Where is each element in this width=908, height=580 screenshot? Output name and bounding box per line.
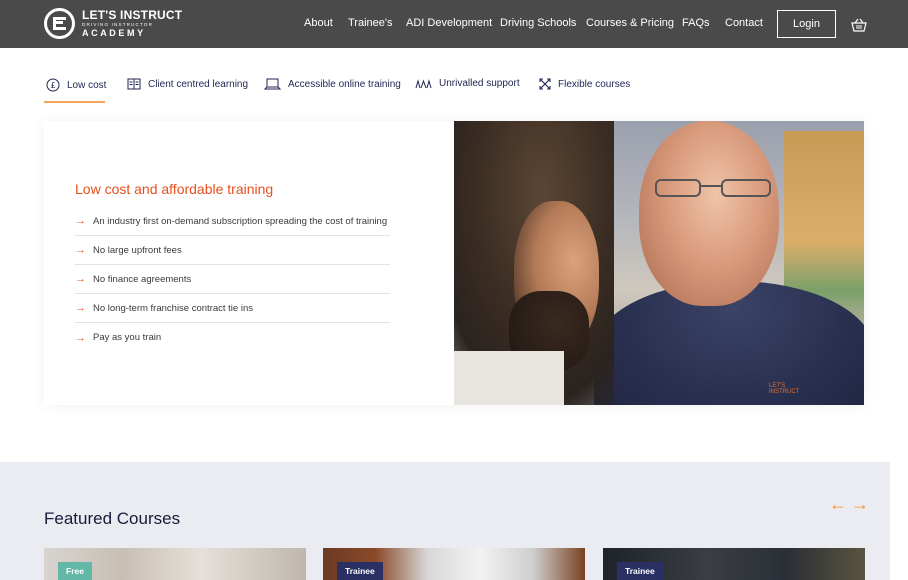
tab-label: Unrivalled support <box>439 78 520 89</box>
tab-label: Low cost <box>67 79 107 91</box>
site-header: LET'S INSTRUCT DRIVING INSTRUCTOR ACADEM… <box>0 0 908 48</box>
arrow-left-icon[interactable]: ← <box>827 494 849 514</box>
arrow-right-icon[interactable]: → <box>849 494 871 514</box>
photo-instructor-head <box>639 121 779 306</box>
tab-label: Accessible online training <box>288 78 401 90</box>
arrow-right-icon: → <box>75 273 86 285</box>
tab-low-cost[interactable]: £ Low cost <box>46 78 106 92</box>
logo-line-3: ACADEMY <box>82 27 146 38</box>
list-item: → No long-term franchise contract tie ins <box>75 294 390 323</box>
tab-label: Client centred learning <box>148 78 249 90</box>
feature-list: → An industry first on-demand subscriptio… <box>75 207 390 352</box>
active-tab-indicator <box>44 101 105 103</box>
nav-faqs[interactable]: FAQs <box>682 17 710 29</box>
tab-flexible-courses[interactable]: Flexible courses <box>539 78 630 90</box>
nav-adi-development[interactable]: ADI Development <box>406 17 492 29</box>
course-badge: Trainee <box>617 562 663 580</box>
list-item-text: Pay as you train <box>93 332 162 343</box>
expand-icon <box>539 78 551 90</box>
carousel-controls: ← → <box>827 494 871 514</box>
book-icon <box>127 78 141 90</box>
feature-title: Low cost and affordable training <box>75 181 274 197</box>
course-card[interactable]: Trainee <box>323 548 585 580</box>
pound-icon: £ <box>46 78 60 92</box>
nav-about[interactable]: About <box>304 17 333 29</box>
photo-glasses <box>655 179 771 197</box>
list-item-text: No long-term franchise contract tie ins <box>93 302 253 314</box>
svg-text:£: £ <box>50 81 55 90</box>
tab-client-centred[interactable]: Client centred learning <box>127 78 248 90</box>
logo-text: LET'S INSTRUCT DRIVING INSTRUCTOR ACADEM… <box>82 9 182 38</box>
tab-unrivalled-support[interactable]: Unrivalled support <box>415 78 520 89</box>
list-item-text: An industry first on-demand subscription… <box>93 215 388 227</box>
feature-panel: Low cost and affordable training → An ind… <box>44 121 864 405</box>
list-item: → No large upfront fees <box>75 236 390 265</box>
course-card[interactable]: Free <box>44 548 306 580</box>
arrow-right-icon: → <box>75 302 86 314</box>
list-item: → No finance agreements <box>75 265 390 294</box>
tab-label: Flexible courses <box>558 78 631 90</box>
people-icon <box>415 78 432 88</box>
course-card[interactable]: Trainee <box>603 548 865 580</box>
tab-accessible-online[interactable]: Accessible online training <box>264 78 401 90</box>
photo-trainee-shirt <box>454 351 564 405</box>
logo-icon <box>44 8 75 39</box>
logo-line-1: LET'S INSTRUCT <box>82 8 183 23</box>
login-button[interactable]: Login <box>777 10 836 38</box>
course-badge: Trainee <box>337 562 383 580</box>
arrow-right-icon: → <box>75 215 86 227</box>
arrow-right-icon: → <box>75 331 86 344</box>
featured-courses-title: Featured Courses <box>44 509 181 528</box>
list-item-text: No finance agreements <box>93 273 192 285</box>
site-logo[interactable]: LET'S INSTRUCT DRIVING INSTRUCTOR ACADEM… <box>44 8 182 39</box>
nav-contact[interactable]: Contact <box>725 17 763 29</box>
nav-courses-pricing[interactable]: Courses & Pricing <box>586 17 674 29</box>
arrow-right-icon: → <box>75 244 86 256</box>
list-item-text: No large upfront fees <box>93 244 182 256</box>
nav-driving-schools[interactable]: Driving Schools <box>500 17 576 29</box>
laptop-icon <box>264 78 281 90</box>
basket-icon[interactable] <box>851 18 867 32</box>
list-item: → An industry first on-demand subscriptio… <box>75 207 390 236</box>
course-badge: Free <box>58 562 92 580</box>
nav-trainees[interactable]: Trainee's <box>348 17 393 29</box>
photo-shirt-logo: LET'S INSTRUCT <box>769 383 800 395</box>
feature-photo: LET'S INSTRUCT <box>454 121 864 405</box>
list-item: → Pay as you train <box>75 323 390 352</box>
featured-courses-section: Featured Courses ← → Free Trainee Traine… <box>0 462 890 580</box>
